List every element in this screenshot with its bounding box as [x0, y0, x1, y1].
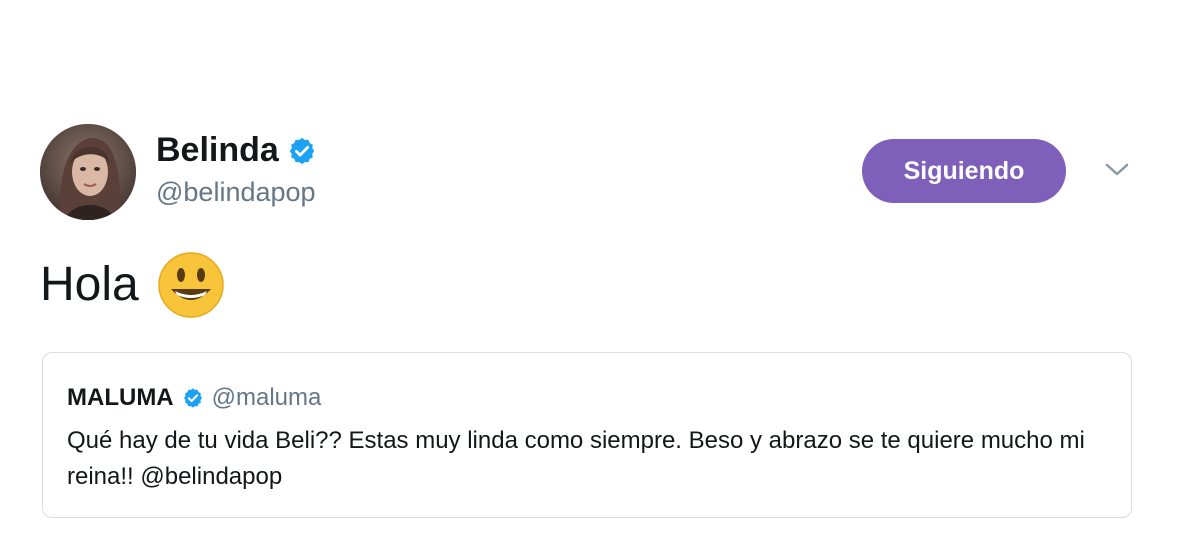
tweet-text: Hola — [40, 258, 139, 311]
following-button[interactable]: Siguiendo — [862, 139, 1066, 203]
quoted-author-name: MALUMA — [67, 384, 174, 411]
quoted-tweet-card[interactable]: MALUMA @maluma Qué hay de tu vida Beli??… — [42, 352, 1132, 518]
tweet-body: Hola — [40, 250, 225, 320]
author-name-row[interactable]: Belinda — [156, 130, 317, 170]
quoted-tweet-text: Qué hay de tu vida Beli?? Estas muy lind… — [67, 427, 1085, 490]
tweet-container: Belinda @belindapop Siguiendo Hola MALUM… — [0, 0, 1200, 540]
author-handle[interactable]: @belindapop — [156, 175, 316, 209]
author-display-name[interactable]: Belinda — [156, 130, 279, 170]
quoted-author-handle: @maluma — [211, 384, 322, 411]
chevron-down-icon[interactable] — [1104, 160, 1130, 180]
avatar[interactable] — [40, 124, 136, 220]
smiling-face-emoji — [157, 251, 225, 319]
verified-icon — [287, 135, 317, 165]
quoted-tweet-header: MALUMA @maluma — [67, 383, 321, 413]
verified-icon — [182, 387, 204, 409]
